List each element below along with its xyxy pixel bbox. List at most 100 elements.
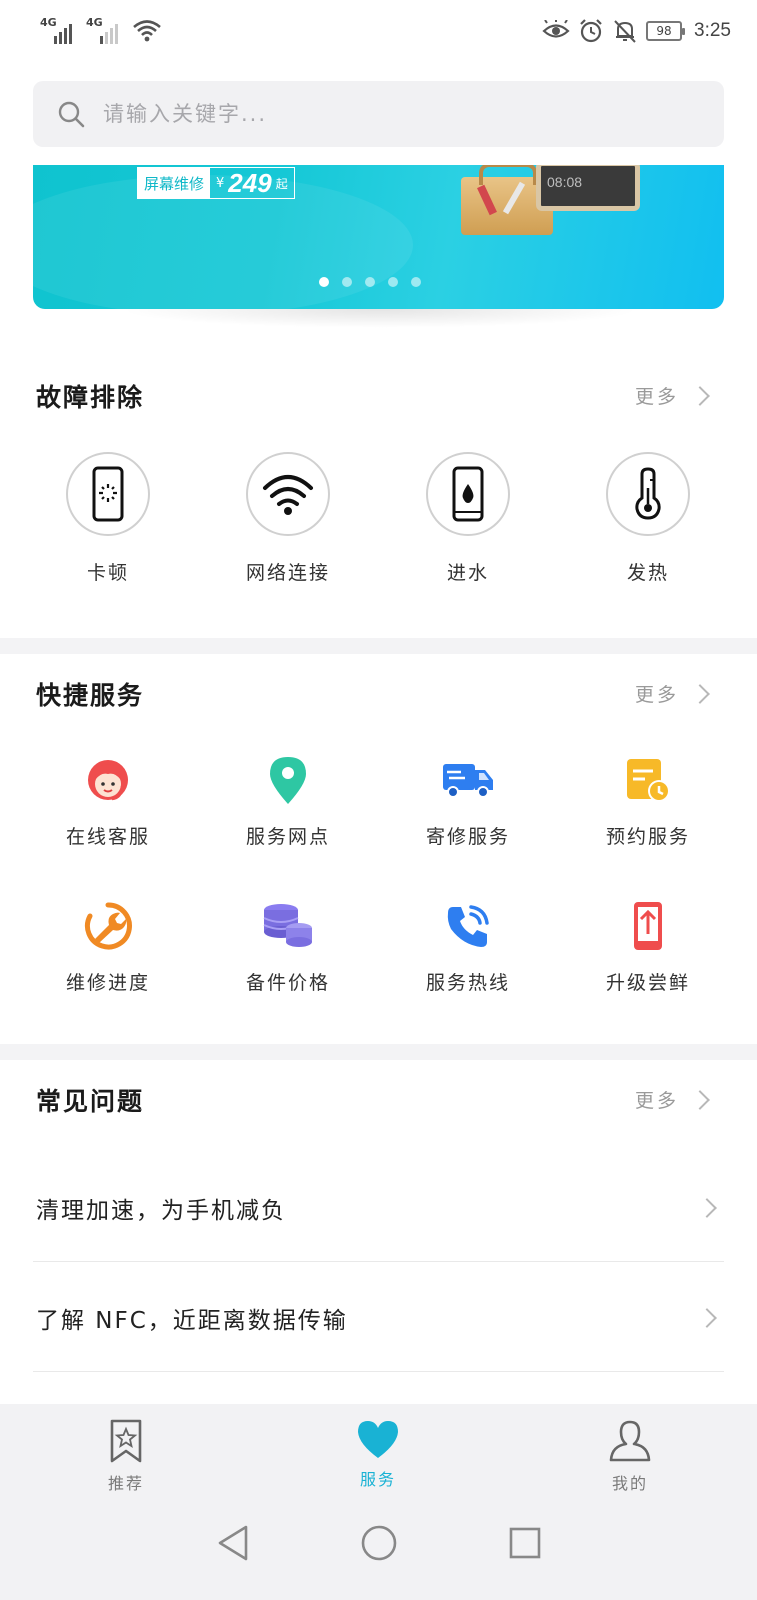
chevron-right-icon xyxy=(690,385,710,406)
promo-label: 屏幕维修 ¥ 249 起 xyxy=(137,167,295,199)
service-mail-in-repair[interactable]: 寄修服务 xyxy=(378,750,558,849)
service-parts-price[interactable]: 备件价格 xyxy=(198,896,378,995)
section-divider xyxy=(0,1044,757,1060)
search-input[interactable] xyxy=(103,102,663,126)
faq-item[interactable]: 清理加速，为手机减负 xyxy=(33,1154,724,1262)
service-label: 服务热线 xyxy=(425,972,510,994)
faq-text: 了解 NFC，近距离数据传输 xyxy=(36,1307,348,1334)
wifi-status-icon xyxy=(133,20,161,42)
carousel-dot[interactable] xyxy=(365,277,375,287)
service-label: 服务网点 xyxy=(245,826,330,848)
quick-services-title: 快捷服务 xyxy=(36,681,145,710)
troubleshoot-label: 网络连接 xyxy=(245,562,330,584)
eye-comfort-icon xyxy=(542,20,570,38)
service-label: 维修进度 xyxy=(65,972,150,994)
wrench-progress-icon xyxy=(84,902,132,950)
service-online-support[interactable]: 在线客服 xyxy=(18,750,198,849)
phone-call-icon xyxy=(447,905,489,947)
status-bar: 4G 4G 98 3:25 xyxy=(0,0,757,64)
chevron-right-icon xyxy=(690,683,710,704)
device-time: 08:08 xyxy=(547,174,583,190)
more-label: 更多 xyxy=(634,386,679,408)
tab-label: 我的 xyxy=(611,1474,648,1493)
search-icon xyxy=(58,101,85,128)
carousel-dots[interactable] xyxy=(319,277,421,287)
thermometer-icon xyxy=(635,467,661,520)
signal-icon-2: 4G xyxy=(86,16,126,44)
service-appointment[interactable]: 预约服务 xyxy=(558,750,738,849)
troubleshoot-label: 发热 xyxy=(626,562,669,584)
quick-services-more[interactable]: 更多 xyxy=(634,680,710,707)
chevron-right-icon xyxy=(697,1197,717,1218)
status-right: 98 3:25 xyxy=(542,18,731,44)
service-beta-upgrade[interactable]: 升级尝鲜 xyxy=(558,896,738,995)
tab-mine[interactable]: 我的 xyxy=(504,1418,756,1494)
more-label: 更多 xyxy=(634,684,679,706)
alarm-icon xyxy=(580,19,602,43)
faq-title: 常见问题 xyxy=(36,1087,145,1116)
recents-icon[interactable] xyxy=(508,1526,542,1560)
troubleshoot-item-heat[interactable]: 发热 xyxy=(558,452,738,585)
faq-more[interactable]: 更多 xyxy=(635,1086,710,1113)
tab-recommend[interactable]: 推荐 xyxy=(0,1418,252,1494)
currency-symbol: ¥ xyxy=(216,175,225,191)
troubleshoot-more[interactable]: 更多 xyxy=(634,382,710,409)
troubleshoot-label: 卡顿 xyxy=(86,562,129,584)
person-icon xyxy=(609,1420,651,1462)
promo-banner[interactable]: 屏幕维修 ¥ 249 起 08:08 xyxy=(33,165,724,309)
service-label: 备件价格 xyxy=(245,972,330,994)
carousel-dot[interactable] xyxy=(411,277,421,287)
tab-label: 推荐 xyxy=(107,1474,144,1493)
battery-level: 98 xyxy=(656,24,672,38)
coin-stack-icon xyxy=(263,904,312,947)
phone-lag-icon xyxy=(92,466,124,522)
battery-icon: 98 xyxy=(646,21,686,41)
search-bar[interactable] xyxy=(33,81,724,147)
signal-icon-1: 4G xyxy=(40,16,80,44)
chevron-right-icon xyxy=(697,1307,717,1328)
phone-upgrade-icon xyxy=(634,902,662,950)
bottom-tabs: 推荐 服务 我的 xyxy=(0,1418,757,1494)
bottom-bar: 推荐 服务 我的 xyxy=(0,1404,757,1600)
carousel-dot[interactable] xyxy=(342,277,352,287)
tab-label: 服务 xyxy=(359,1470,396,1489)
bookmark-star-icon xyxy=(110,1419,142,1463)
delivery-truck-icon xyxy=(443,764,493,798)
customer-service-icon xyxy=(88,760,128,801)
clock: 3:25 xyxy=(694,20,731,41)
back-icon[interactable] xyxy=(216,1524,250,1562)
phone-image: 08:08 xyxy=(536,165,640,211)
section-divider xyxy=(0,638,757,654)
service-repair-progress[interactable]: 维修进度 xyxy=(18,896,198,995)
carousel-dot[interactable] xyxy=(319,277,329,287)
quick-services-row-1: 在线客服 服务网点 寄修服务 预约服务 xyxy=(18,750,738,849)
troubleshoot-item-water[interactable]: 进水 xyxy=(378,452,558,585)
wifi-icon xyxy=(263,475,313,515)
troubleshoot-grid: 卡顿 网络连接 进水 发热 xyxy=(18,452,738,585)
system-nav-keys xyxy=(0,1524,757,1562)
chevron-right-icon xyxy=(690,1089,710,1110)
service-locations[interactable]: 服务网点 xyxy=(198,750,378,849)
location-pin-icon xyxy=(270,757,306,804)
carousel-dot[interactable] xyxy=(388,277,398,287)
home-icon[interactable] xyxy=(360,1524,398,1562)
service-label: 寄修服务 xyxy=(425,826,510,848)
mute-bell-icon xyxy=(614,20,636,43)
quick-services-row-2: 维修进度 备件价格 服务热线 升级尝鲜 xyxy=(18,896,738,995)
troubleshoot-item-lag[interactable]: 卡顿 xyxy=(18,452,198,585)
faq-item[interactable]: 了解 NFC，近距离数据传输 xyxy=(33,1264,724,1372)
troubleshoot-title: 故障排除 xyxy=(36,383,145,412)
promo-tag: 屏幕维修 xyxy=(138,168,211,198)
calendar-clock-icon xyxy=(627,759,670,802)
service-hotline[interactable]: 服务热线 xyxy=(378,896,558,995)
service-label: 升级尝鲜 xyxy=(605,972,690,994)
price-suffix: 起 xyxy=(275,176,288,191)
tab-service[interactable]: 服务 xyxy=(252,1418,504,1494)
price-value: 249 xyxy=(228,167,272,198)
signal-group: 4G 4G xyxy=(40,16,162,44)
promo-price: ¥ 249 起 xyxy=(210,168,294,198)
service-label: 预约服务 xyxy=(605,826,690,848)
heart-icon xyxy=(358,1421,398,1458)
troubleshoot-item-network[interactable]: 网络连接 xyxy=(198,452,378,585)
phone-water-icon xyxy=(452,466,484,522)
